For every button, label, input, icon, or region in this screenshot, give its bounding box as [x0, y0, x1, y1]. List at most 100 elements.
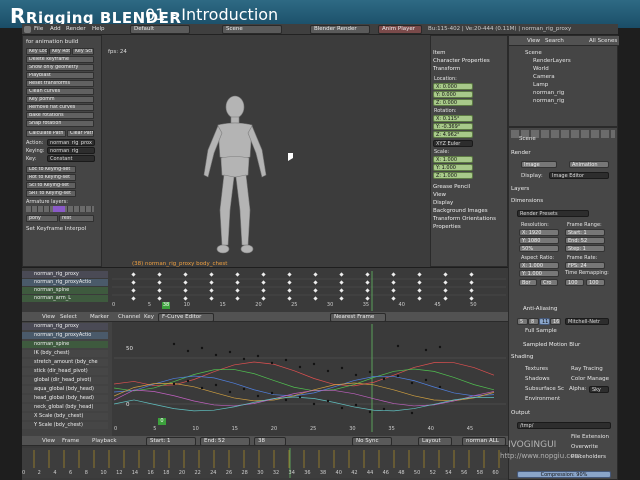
graph-mode-select[interactable]: F-Curve Editor — [158, 313, 214, 322]
timeline-frame-field[interactable]: 38 — [254, 437, 286, 446]
fcurve-keyframe[interactable] — [200, 386, 204, 390]
outliner-menu-search[interactable]: Search — [545, 38, 564, 44]
output-path-field[interactable]: /tmp/ — [517, 422, 611, 429]
section-layers[interactable]: Layers — [511, 186, 615, 193]
fcurve-keyframe[interactable] — [368, 370, 372, 374]
rotation-z-field[interactable]: Z: 4.962° — [433, 131, 473, 138]
resolution-y-field[interactable]: Y: 1080 — [519, 237, 559, 244]
fps-field[interactable]: FPS: 24 — [565, 262, 605, 269]
graph-channel-row[interactable]: stretch_amount (bdy_che — [22, 359, 108, 366]
scale-z-field[interactable]: Z: 1.000 — [433, 172, 473, 179]
keyframe-marker[interactable] — [131, 280, 136, 285]
timeline-menu-playback[interactable]: Playback — [92, 438, 117, 444]
render-engine-selector[interactable]: Blender Render — [310, 25, 370, 34]
aa-filter-select[interactable]: Mitchell-Netr — [565, 318, 609, 325]
keyframe-marker[interactable] — [417, 288, 422, 293]
fcurve-keyframe[interactable] — [396, 344, 400, 348]
section-anti-aliasing[interactable]: Anti-Aliasing — [523, 306, 615, 313]
keyframe-marker[interactable] — [235, 288, 240, 293]
keying-layout-select[interactable]: Layout — [418, 437, 452, 446]
graph-channel-row[interactable]: neck_global (bdy_head) — [22, 404, 108, 411]
location-x-field[interactable]: X: 0.000 — [433, 83, 473, 90]
fcurve-keyframe[interactable] — [354, 403, 358, 407]
frame-start-field[interactable]: Start: 1 — [565, 229, 605, 236]
keyframe-marker[interactable] — [209, 296, 214, 301]
section-dimensions[interactable]: Dimensions — [511, 198, 615, 205]
keyframe-marker[interactable] — [339, 272, 344, 277]
menu-add[interactable]: Add — [50, 26, 61, 32]
graph-menu-key[interactable]: Key — [144, 314, 154, 320]
keyframe-marker[interactable] — [183, 296, 188, 301]
graph-channel-row[interactable]: stick (dir_head_pivot) — [22, 368, 108, 375]
keyframe-marker[interactable] — [313, 272, 318, 277]
keyframe-marker[interactable] — [235, 272, 240, 277]
keyframe-marker[interactable] — [365, 280, 370, 285]
fcurve-keyframe[interactable] — [256, 354, 260, 358]
section-transform[interactable]: Transform — [433, 66, 505, 73]
section-view[interactable]: View — [433, 192, 505, 199]
keyframe-marker[interactable] — [209, 288, 214, 293]
environment-checkbox[interactable]: Environment — [525, 396, 560, 402]
key-pomm-button[interactable]: Key pomm — [26, 96, 94, 103]
aa-11[interactable]: 11 — [539, 318, 550, 325]
rotation-x-field[interactable]: X: 0.115° — [433, 115, 473, 122]
character-model[interactable] — [190, 95, 280, 265]
section-grease-pencil[interactable]: Grease Pencil — [433, 184, 505, 191]
keyframe-marker[interactable] — [391, 280, 396, 285]
rotation-y-field[interactable]: Y: -0.369° — [433, 123, 473, 130]
fcurve-keyframe[interactable] — [312, 362, 316, 366]
keyframe-marker[interactable] — [287, 272, 292, 277]
render-image-button[interactable]: Image — [521, 161, 557, 168]
border-checkbox[interactable]: Bor — [519, 279, 537, 286]
fcurve-keyframe[interactable] — [312, 402, 316, 406]
editor-type-icon[interactable] — [24, 26, 31, 33]
fcurve-keyframe[interactable] — [214, 383, 218, 387]
pivot-select[interactable]: Nearest Frame — [330, 313, 386, 322]
compression-slider[interactable]: Compression: 90% — [517, 471, 611, 478]
graph-menu-view[interactable]: View — [42, 314, 55, 320]
graph-menu-channel[interactable]: Channel — [118, 314, 141, 320]
remove-flat-curves-button[interactable]: Remove flat curves — [26, 104, 94, 111]
loc-keyset-button[interactable]: Loc to Keying-set — [26, 166, 76, 173]
aa-8[interactable]: 8 — [528, 318, 539, 325]
render-presets-select[interactable]: Render Presets — [517, 210, 589, 217]
timeline-menu-view[interactable]: View — [42, 438, 55, 444]
delete-keyframe-button[interactable]: Delete keyframe — [26, 56, 94, 63]
srt-keyset-button[interactable]: SRT to Keying-set — [26, 190, 76, 197]
graph-menu-marker[interactable]: Marker — [90, 314, 109, 320]
fcurve-keyframe[interactable] — [354, 373, 358, 377]
fcurve-keyframe[interactable] — [270, 361, 274, 365]
keyframe-marker[interactable] — [443, 288, 448, 293]
calculate-path-button[interactable]: Calculate Path — [26, 130, 66, 137]
reset-transforms-button[interactable]: Reset transforms — [26, 80, 94, 87]
fcurve-keyframe[interactable] — [382, 407, 386, 411]
outliner-item-rig[interactable]: norman_rig — [533, 90, 564, 96]
graph-channel-row[interactable]: aqua_global (bdy_head) — [22, 386, 108, 393]
outliner-scenes-select[interactable]: All Scenes — [589, 38, 617, 44]
menu-render[interactable]: Render — [66, 26, 86, 32]
keyframe-marker[interactable] — [365, 272, 370, 277]
anim-player-button[interactable]: Anim Player — [378, 25, 422, 34]
layout-selector[interactable]: Default — [130, 25, 190, 34]
outliner-item-renderlayers[interactable]: RenderLayers — [533, 58, 571, 64]
fcurve-keyframe[interactable] — [228, 390, 232, 394]
dope-row-spine[interactable]: norman_spine — [22, 287, 108, 294]
fcurve-keyframe[interactable] — [340, 366, 344, 370]
keyframe-marker[interactable] — [313, 280, 318, 285]
aa-5[interactable]: 5 — [517, 318, 528, 325]
section-character-properties[interactable]: Character Properties — [433, 58, 505, 65]
outliner-item-world[interactable]: World — [533, 66, 549, 72]
graph-channel-row[interactable]: norman_spine — [22, 341, 108, 348]
fcurve-keyframe[interactable] — [410, 411, 414, 415]
aa-16[interactable]: 16 — [550, 318, 561, 325]
section-properties[interactable]: Properties — [433, 224, 505, 231]
keyframe-marker[interactable] — [235, 280, 240, 285]
section-background-images[interactable]: Background Images — [433, 208, 505, 215]
time-remap-new-field[interactable]: 100 — [586, 279, 605, 286]
keyframe-marker[interactable] — [261, 280, 266, 285]
outliner-item-camera[interactable]: Camera — [533, 74, 555, 80]
section-render[interactable]: Render — [511, 150, 615, 157]
keyframe-marker[interactable] — [261, 288, 266, 293]
file-extension-checkbox[interactable]: File Extension — [571, 434, 609, 440]
display-select[interactable]: Image Editor — [549, 172, 609, 179]
